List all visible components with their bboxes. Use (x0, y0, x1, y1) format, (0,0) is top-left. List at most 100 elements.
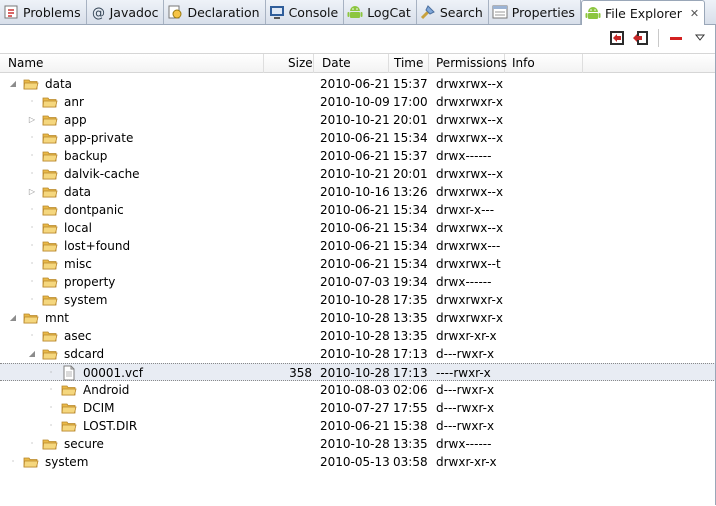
row-time: 13:35 (393, 311, 428, 325)
file-icon (61, 365, 77, 381)
row-name: property (64, 275, 116, 289)
expand-arrow-icon[interactable]: ▷ (27, 183, 37, 201)
row-time: 13:35 (393, 437, 428, 451)
table-row[interactable]: · secure 2010-10-28 13:35 drwx------ (0, 435, 716, 453)
search-icon (420, 4, 436, 20)
table-row[interactable]: · backup 2010-06-21 15:37 drwx------ (0, 147, 716, 165)
tree-spacer: · (11, 457, 15, 466)
row-date: 2010-10-16 (320, 185, 390, 199)
folder-icon (23, 76, 39, 92)
row-permissions: drwxrwx--t (436, 257, 501, 271)
tab-problems[interactable]: Problems (0, 0, 87, 24)
pull-file-button[interactable] (607, 28, 627, 48)
row-date: 2010-10-28 (320, 347, 390, 361)
table-row[interactable]: ▷ app 2010-10-21 20:01 drwxrwx--x (0, 111, 716, 129)
tab-javadoc[interactable]: @ Javadoc (87, 0, 165, 24)
table-row[interactable]: · dalvik-cache 2010-10-21 20:01 drwxrwx--x (0, 165, 716, 183)
view-menu-button[interactable] (690, 28, 710, 48)
column-header-info[interactable]: Info (505, 54, 583, 73)
tab-file-explorer[interactable]: File Explorer ✕ (580, 0, 706, 25)
table-row[interactable]: ▷ data 2010-10-16 13:26 drwxrwx--x (0, 183, 716, 201)
table-row[interactable]: · app-private 2010-06-21 15:34 drwxrwx--x (0, 129, 716, 147)
folder-icon (42, 130, 58, 146)
delete-button[interactable] (666, 28, 686, 48)
tab-logcat[interactable]: LogCat (344, 0, 417, 24)
tab-properties[interactable]: Properties (489, 0, 581, 24)
table-row[interactable]: ◢ sdcard 2010-10-28 17:13 d---rwxr-x (0, 345, 716, 363)
collapse-arrow-icon[interactable]: ◢ (8, 309, 18, 327)
table-row[interactable]: · misc 2010-06-21 15:34 drwxrwx--t (0, 255, 716, 273)
table-header: Name Size Date Time Permissions Info (0, 53, 716, 73)
collapse-arrow-icon[interactable]: ◢ (8, 75, 18, 93)
close-tab-icon[interactable]: ✕ (690, 7, 699, 20)
table-row[interactable]: · system 2010-05-13 03:58 drwxr-xr-x (0, 453, 716, 471)
table-row[interactable]: · DCIM 2010-07-27 17:55 d---rwxr-x (0, 399, 716, 417)
problems-icon (3, 4, 19, 20)
table-row[interactable]: · asec 2010-10-28 13:35 drwxr-xr-x (0, 327, 716, 345)
table-row[interactable]: · local 2010-06-21 15:34 drwxrwx--x (0, 219, 716, 237)
declaration-icon (167, 4, 183, 20)
row-time: 15:34 (393, 131, 428, 145)
row-time: 20:01 (393, 167, 428, 181)
collapse-arrow-icon[interactable]: ◢ (27, 345, 37, 363)
folder-icon (42, 328, 58, 344)
tab-console[interactable]: Console (266, 0, 345, 24)
row-time: 13:35 (393, 329, 428, 343)
row-size (264, 291, 312, 309)
row-permissions: drwxrwx--x (436, 221, 504, 235)
row-permissions: drwx------ (436, 275, 492, 289)
tree-spacer: · (30, 169, 34, 178)
row-time: 17:35 (393, 293, 428, 307)
tree-spacer: · (30, 223, 34, 232)
push-file-button[interactable] (631, 28, 651, 48)
table-row[interactable]: · lost+found 2010-06-21 15:34 drwxrwx--- (0, 237, 716, 255)
column-header-time[interactable]: Time (389, 54, 429, 73)
expand-arrow-icon[interactable]: ▷ (27, 111, 37, 129)
table-row[interactable]: · anr 2010-10-09 17:00 drwxrwxr-x (0, 93, 716, 111)
table-row[interactable]: · property 2010-07-03 19:34 drwx------ (0, 273, 716, 291)
folder-icon (42, 346, 58, 362)
row-time: 15:34 (393, 203, 428, 217)
folder-icon (42, 148, 58, 164)
row-date: 2010-10-28 (320, 311, 390, 325)
row-date: 2010-07-27 (320, 401, 390, 415)
column-header-date[interactable]: Date (314, 54, 389, 73)
row-size (264, 165, 312, 183)
tab-declaration[interactable]: Declaration (164, 0, 266, 24)
file-explorer-toolbar (0, 25, 716, 51)
table-row[interactable]: · Android 2010-08-03 02:06 d---rwxr-x (0, 381, 716, 399)
row-time: 02:06 (393, 383, 428, 397)
column-header-size[interactable]: Size (264, 54, 314, 73)
tree-spacer: · (30, 205, 34, 214)
tab-label: Console (288, 4, 339, 20)
column-header-permissions[interactable]: Permissions (429, 54, 507, 73)
row-name: mnt (45, 311, 69, 325)
tab-label: LogCat (367, 4, 411, 20)
row-permissions: drwxrwx--x (436, 131, 504, 145)
row-permissions: drwxrwx--x (436, 77, 504, 91)
properties-icon (492, 4, 508, 20)
row-size (264, 327, 312, 345)
row-name: Android (83, 383, 130, 397)
table-row[interactable]: · 00001.vcf 358 2010-10-28 17:13 ----rwxr-x (0, 363, 716, 381)
row-date: 2010-06-21 (320, 77, 390, 91)
row-time: 20:01 (393, 113, 428, 127)
pull-file-icon (610, 31, 624, 45)
tree-spacer: · (49, 403, 53, 412)
row-permissions: drwxrwx--x (436, 185, 504, 199)
push-file-icon (633, 31, 648, 45)
table-row[interactable]: · dontpanic 2010-06-21 15:34 drwxr-x--- (0, 201, 716, 219)
table-row[interactable]: · system 2010-10-28 17:35 drwxrwxr-x (0, 291, 716, 309)
table-row[interactable]: ◢ data 2010-06-21 15:37 drwxrwx--x (0, 75, 716, 93)
table-row[interactable]: ◢ mnt 2010-10-28 13:35 drwxrwxr-x (0, 309, 716, 327)
row-permissions: d---rwxr-x (436, 347, 495, 361)
view-menu-icon (694, 34, 706, 41)
table-row[interactable]: · LOST.DIR 2010-06-21 15:38 d---rwxr-x (0, 417, 716, 435)
folder-icon (23, 454, 39, 470)
column-header-name[interactable]: Name (0, 54, 264, 73)
row-name: data (64, 185, 92, 199)
folder-icon (42, 184, 58, 200)
row-name: app-private (64, 131, 134, 145)
row-permissions: drwxr-xr-x (436, 329, 497, 343)
tab-search[interactable]: Search (417, 0, 489, 24)
